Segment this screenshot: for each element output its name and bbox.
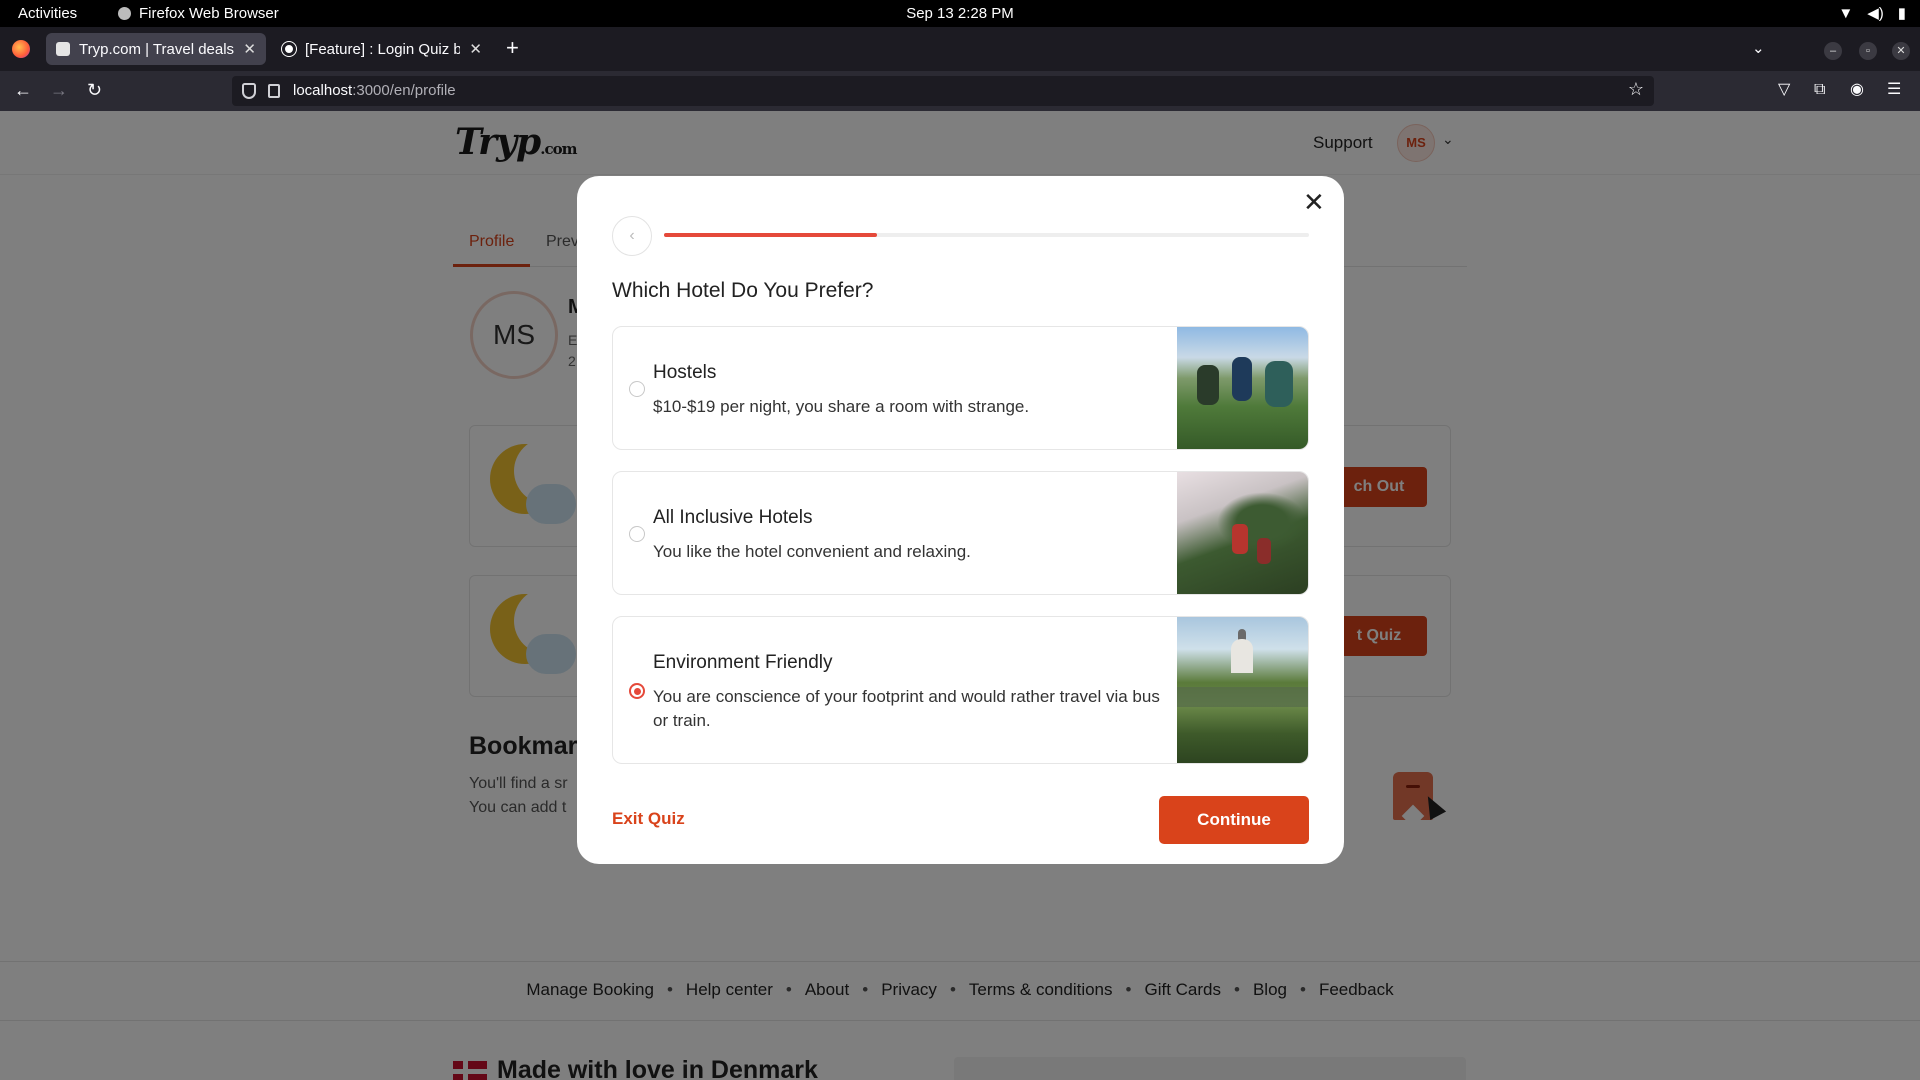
tab-strip: Tryp.com | Travel deals in ✕ [Feature] :… [0,27,1920,71]
pocket-icon[interactable]: ▽ [1778,81,1790,99]
close-icon[interactable]: ✕ [1303,188,1325,216]
option-title: All Inclusive Hotels [653,507,813,528]
forest-trekking-photo [1177,472,1308,594]
option-environment-friendly[interactable]: Environment Friendly You are conscience … [612,616,1309,764]
quiz-progress-fill [664,233,877,237]
option-hostels[interactable]: Hostels $10-$19 per night, you share a r… [612,326,1309,450]
radio-all-inclusive[interactable] [629,526,645,542]
tab-github[interactable]: [Feature] : Login Quiz by ✕ [272,33,492,65]
quiz-modal: ✕ ‹ Which Hotel Do You Prefer? Hostels $… [577,176,1344,864]
volume-icon: ◀) [1867,5,1884,22]
hamburger-menu-icon[interactable]: ☰ [1887,81,1901,99]
option-title: Hostels [653,362,717,383]
navigation-bar: ← → ↻ localhost:3000/en/profile ☆ ▽ ⧉ ◉ … [0,71,1920,111]
page-info-icon[interactable] [268,84,280,98]
wifi-icon: ▼ [1838,4,1854,22]
reload-icon[interactable]: ↻ [87,79,102,101]
option-all-inclusive[interactable]: All Inclusive Hotels You like the hotel … [612,471,1309,595]
github-favicon-icon [282,42,296,56]
tryp-favicon-icon [56,42,70,56]
firefox-menu-icon[interactable] [12,40,30,58]
hikers-photo [1177,327,1308,449]
account-icon[interactable]: ◉ [1850,81,1864,99]
battery-icon: ▮ [1897,5,1906,22]
church-landscape-photo [1177,617,1308,763]
tracking-shield-icon[interactable] [242,83,256,99]
radio-environment-friendly[interactable] [629,683,645,699]
maximize-icon[interactable]: ▫ [1859,42,1877,60]
close-window-icon[interactable]: ✕ [1892,42,1910,60]
option-title: Environment Friendly [653,652,833,673]
exit-quiz-link[interactable]: Exit Quiz [612,809,685,829]
quiz-question: Which Hotel Do You Prefer? [612,279,874,302]
tab-title: [Feature] : Login Quiz by [305,40,461,58]
system-top-bar: Activities Firefox Web Browser Sep 13 2:… [0,0,1920,27]
radio-hostels[interactable] [629,381,645,397]
back-icon[interactable]: ← [14,79,32,101]
tab-tryp[interactable]: Tryp.com | Travel deals in ✕ [46,33,266,65]
new-tab-button[interactable]: + [506,37,519,59]
option-description: You like the hotel convenient and relaxi… [653,542,971,561]
bookmark-star-icon[interactable]: ☆ [1628,79,1644,100]
quiz-progress-bar [664,233,1309,237]
close-tab-icon[interactable]: ✕ [243,40,256,58]
option-description: You are conscience of your footprint and… [653,687,1160,730]
close-tab-icon[interactable]: ✕ [469,40,482,58]
minimize-icon[interactable]: – [1824,42,1842,60]
chevron-left-icon[interactable]: ‹ [612,216,652,256]
url-bar[interactable]: localhost:3000/en/profile ☆ [232,76,1654,106]
list-all-tabs-icon[interactable]: ⌄ [1752,39,1765,57]
continue-button[interactable]: Continue [1159,796,1309,844]
tab-title: Tryp.com | Travel deals in [79,40,235,58]
option-description: $10-$19 per night, you share a room with… [653,397,1030,416]
clock[interactable]: Sep 13 2:28 PM [0,5,1920,22]
url-text[interactable]: localhost:3000/en/profile [293,82,456,99]
extensions-icon[interactable]: ⧉ [1814,81,1825,99]
forward-icon[interactable]: → [50,79,68,101]
system-tray[interactable]: ▼ ◀) ▮ [1838,4,1906,23]
